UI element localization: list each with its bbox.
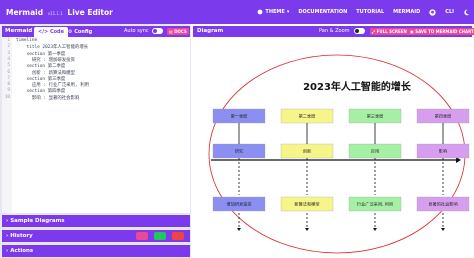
theme-label: THEME — [265, 9, 285, 15]
diagram-panel-label: Diagram — [197, 28, 224, 34]
top-nav: THEME ▾ DOCUMENTATION TUTORIAL MERMAID C… — [257, 0, 470, 24]
line-number: 10 — [4, 94, 10, 100]
code-editor[interactable]: 1 timeline 2 title 2023年人工智能的增长 3 section 第… — [2, 37, 190, 213]
drop-arrowhead — [237, 228, 241, 231]
line-text: timeline — [16, 38, 38, 43]
drop-arrowhead — [305, 228, 309, 231]
docs-label: DOCS — [174, 29, 187, 34]
tutorial-label: TUTORIAL — [356, 9, 385, 15]
line-text: 影响 : 显著的社会影响 — [16, 95, 80, 101]
event-label: 研究 — [235, 148, 244, 155]
line-text: section 第一季度 — [16, 51, 66, 57]
line-number: 3 — [7, 50, 10, 56]
line-text: section 第三季度 — [16, 76, 66, 82]
auto-sync-label: Auto sync — [124, 28, 149, 34]
palette-icon — [258, 9, 263, 15]
tab-config-label: Config — [74, 29, 93, 35]
pan-zoom-toggle[interactable] — [354, 28, 365, 34]
full-screen-button[interactable]: ⤢ FULL SCREEN — [370, 28, 409, 35]
note-label: 新算法和模型 — [294, 201, 319, 208]
github-link[interactable] — [429, 8, 436, 16]
nav-documentation[interactable]: DOCUMENTATION — [298, 9, 347, 15]
actions-label: Actions — [10, 248, 34, 254]
editor-panel: Mermaid </> Code ⚙ Config Auto sync ▤ DO… — [0, 24, 191, 258]
line-text: 创新 : 新算法和模型 — [16, 70, 75, 76]
line-text: title 2023年人工智能的增长 — [16, 45, 89, 51]
line-number: 9 — [7, 88, 10, 94]
expand-icon: ⤢ — [372, 29, 376, 34]
diagram-canvas[interactable]: 2023年人工智能的增长 第一季度研究增加研发投资 第二季度创新新算法和模型 第三季… — [193, 37, 474, 258]
cli-label: CLI — [445, 9, 454, 15]
note-label: 增加研发投资 — [226, 201, 251, 208]
nav-cli[interactable]: CLI — [445, 9, 454, 15]
history-section[interactable]: › History — [2, 230, 190, 242]
tab-code[interactable]: </> Code — [34, 27, 69, 37]
section-label: 第四季度 — [435, 113, 453, 120]
diagram-panel: Diagram Pan & Zoom ⤢ FULL SCREEN ▣ SAVE … — [193, 24, 474, 258]
editor-panel-label: Mermaid — [5, 28, 33, 34]
code-icon: </> — [38, 29, 50, 35]
app-subtitle: Live Editor — [67, 7, 113, 17]
chevron-down-icon: ▾ — [286, 9, 290, 15]
history-save-button[interactable] — [154, 232, 166, 240]
line-text: 研究 : 增加研发投资 — [16, 57, 75, 63]
line-number: 5 — [7, 63, 10, 69]
line-number: 6 — [7, 69, 10, 75]
line-text: section 第四季度 — [16, 89, 66, 95]
documentation-label: DOCUMENTATION — [298, 9, 348, 15]
code-line[interactable]: 10 影响 : 显著的社会影响 — [2, 95, 190, 101]
line-number: 1 — [7, 38, 10, 43]
auto-sync-toggle[interactable] — [152, 28, 163, 34]
book-icon: ▤ — [169, 29, 173, 34]
history-delete-button[interactable] — [172, 232, 184, 240]
line-number: 4 — [7, 56, 10, 62]
toggle-knob — [153, 29, 157, 33]
line-text: 应用 : 行业广泛采用, 利用 — [16, 83, 89, 89]
actions-section[interactable]: › Actions — [2, 245, 190, 257]
top-bar: Mermaid v11.1.1 Live Editor THEME ▾ DOCU… — [0, 0, 474, 24]
nav-tutorial[interactable]: TUTORIAL — [356, 9, 384, 15]
note-label: 行业广泛采用, 利用 — [357, 201, 393, 208]
diagram-panel-header: Diagram Pan & Zoom ⤢ FULL SCREEN ▣ SAVE … — [193, 26, 474, 37]
timeline-nodes: 第一季度研究增加研发投资 第二季度创新新算法和模型 第三季度应用行业广泛采用, 利用… — [212, 108, 470, 231]
mermaid-label: MERMAID — [393, 9, 421, 15]
section-label: 第一季度 — [231, 113, 249, 120]
line-text: section 第二季度 — [16, 64, 66, 70]
line-number: 8 — [7, 82, 10, 88]
save-icon: ▣ — [410, 29, 414, 34]
save-to-mermaid-chart-button[interactable]: ▣ SAVE TO MERMAID CHART — [408, 28, 474, 35]
brand-name: Mermaid — [6, 7, 44, 17]
toggle-knob — [355, 29, 359, 33]
editor-panel-header: Mermaid </> Code ⚙ Config Auto sync ▤ DO… — [2, 26, 190, 37]
sample-diagrams-label: Sample Diagrams — [10, 218, 65, 224]
line-number: 2 — [7, 44, 10, 50]
app-title[interactable]: Mermaid v11.1.1 Live Editor — [0, 8, 113, 17]
dark-mode-toggle[interactable] — [463, 9, 470, 16]
version-label: v11.1.1 — [47, 10, 63, 16]
sample-diagrams-section[interactable]: › Sample Diagrams — [2, 215, 190, 227]
tab-code-label: Code — [49, 29, 65, 35]
save-label: SAVE TO MERMAID CHART — [415, 29, 474, 34]
docs-button[interactable]: ▤ DOCS — [167, 28, 189, 35]
tab-config[interactable]: ⚙ Config — [64, 27, 96, 37]
full-screen-label: FULL SCREEN — [376, 29, 407, 34]
timeline-title: 2023年人工智能的增长 — [303, 80, 412, 93]
event-label: 创新 — [303, 148, 311, 155]
event-label: 影响 — [439, 148, 447, 155]
drop-arrowhead — [373, 228, 377, 231]
section-label: 第三季度 — [367, 113, 385, 120]
theme-menu[interactable]: THEME ▾ — [257, 9, 289, 15]
note-label: 显著的社会影响 — [428, 201, 457, 208]
section-label: 第二季度 — [299, 113, 317, 120]
history-label: History — [10, 233, 33, 239]
pan-zoom-label: Pan & Zoom — [319, 28, 350, 34]
moon-icon — [464, 9, 470, 15]
drop-arrowhead — [441, 228, 445, 231]
line-number: 7 — [7, 75, 10, 81]
nav-mermaid[interactable]: MERMAID — [393, 9, 420, 15]
history-user-button[interactable] — [136, 232, 148, 240]
github-icon — [429, 8, 436, 16]
event-label: 应用 — [371, 148, 379, 155]
